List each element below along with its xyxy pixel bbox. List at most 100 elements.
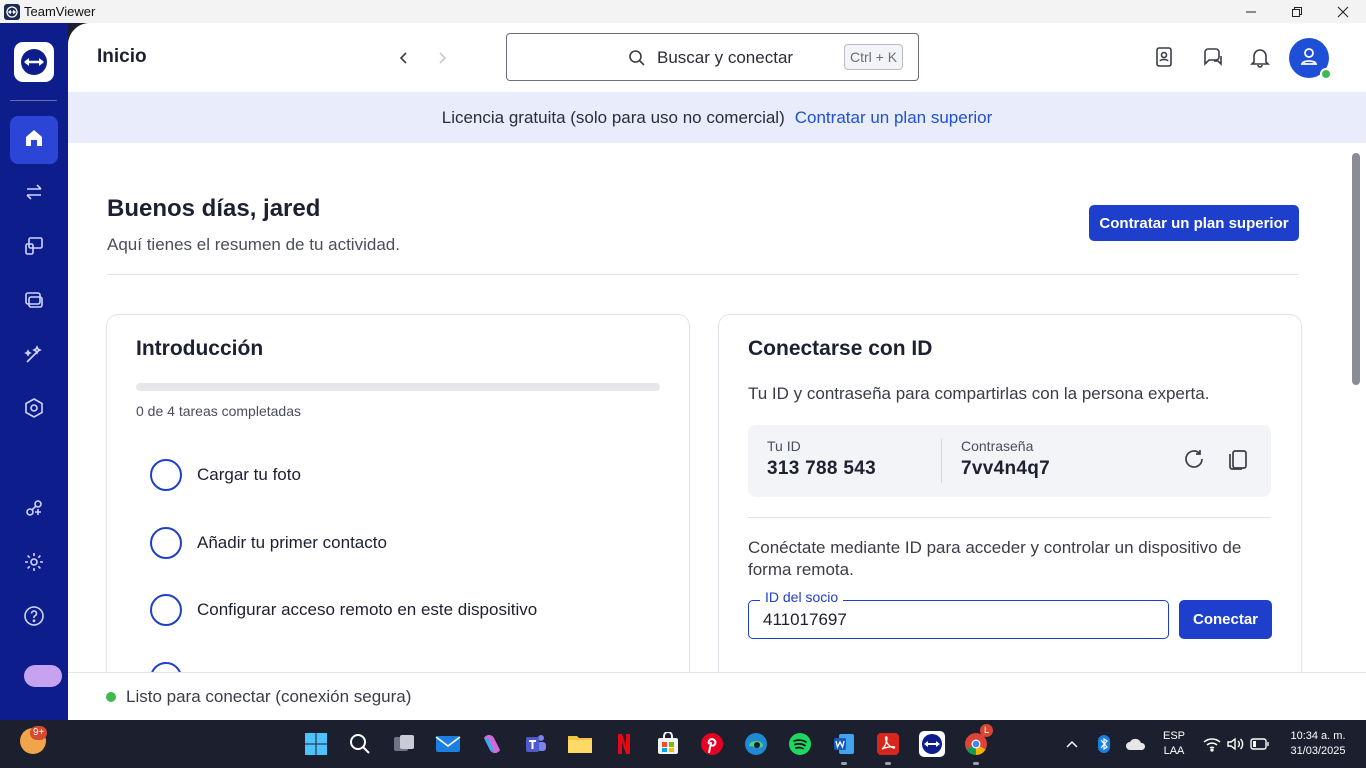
sidebar-item-help[interactable] [10, 594, 58, 642]
integrations-icon [23, 497, 45, 524]
search-icon[interactable] [346, 730, 374, 758]
search-icon [628, 49, 646, 72]
sidebar-item-connections[interactable] [10, 170, 58, 218]
task-checkbox[interactable] [150, 662, 182, 672]
avatar[interactable] [1289, 38, 1332, 80]
back-arrow-icon[interactable] [393, 47, 415, 69]
refresh-icon[interactable] [1180, 445, 1208, 473]
copy-icon[interactable] [1224, 445, 1252, 473]
sidebar-item-home[interactable] [10, 116, 58, 164]
bluetooth-icon[interactable] [1090, 730, 1118, 758]
your-id-label: Tu ID [767, 438, 801, 454]
scrollbar[interactable] [1346, 143, 1366, 672]
weather-widget-icon[interactable]: 9+ [20, 726, 48, 754]
store-icon[interactable] [654, 730, 682, 758]
restore-button[interactable] [1274, 0, 1320, 23]
taskbar: 9+ L ESP LAA 10:34 a. m. 31/03/2025 [0, 720, 1366, 768]
task-item[interactable]: Configurar acceso remoto en este disposi… [150, 593, 537, 627]
task-checkbox[interactable] [150, 459, 182, 491]
connect-divider [748, 517, 1271, 518]
scrollbar-thumb[interactable] [1352, 153, 1360, 385]
teamviewer-logo-icon [4, 3, 20, 20]
partner-id-label: ID del socio [760, 589, 844, 605]
teams-icon[interactable] [522, 730, 550, 758]
task-view-icon[interactable] [390, 730, 418, 758]
upgrade-link[interactable]: Contratar un plan superior [795, 108, 993, 128]
sessions-icon [23, 289, 45, 316]
mail-icon[interactable] [434, 730, 462, 758]
main-panel: Inicio Buscar y conectar Ctrl + K Licenc… [68, 23, 1366, 720]
sidebar-item-settings[interactable] [10, 540, 58, 588]
search-input[interactable]: Buscar y conectar Ctrl + K [506, 33, 919, 81]
teamviewer-logo[interactable] [14, 42, 54, 82]
window-title: TeamViewer [24, 4, 96, 19]
file-explorer-icon[interactable] [566, 730, 594, 758]
close-button[interactable] [1320, 0, 1366, 23]
upgrade-plan-button[interactable]: Contratar un plan superior [1089, 205, 1299, 241]
bell-icon[interactable] [1248, 45, 1272, 69]
home-icon [23, 127, 45, 154]
clock-date: 31/03/2025 [1290, 745, 1346, 757]
teamviewer-taskbar-icon[interactable] [918, 730, 946, 758]
connect-with-id-card: Conectarse con ID Tu ID y contraseña par… [718, 314, 1302, 672]
online-status-dot [1320, 68, 1332, 80]
license-text: Licencia gratuita (solo para uso no come… [441, 107, 785, 127]
search-placeholder: Buscar y conectar [657, 48, 794, 67]
sidebar-item-sessions[interactable] [10, 278, 58, 326]
windows-start-icon[interactable] [302, 730, 330, 758]
chrome-icon[interactable]: L [962, 724, 993, 765]
forward-arrow-icon[interactable] [431, 47, 453, 69]
sidebar-item-devices[interactable] [10, 224, 58, 272]
onedrive-cloud-icon[interactable] [1122, 730, 1150, 758]
contacts-book-icon[interactable] [1152, 45, 1176, 69]
netflix-icon[interactable] [610, 730, 638, 758]
sidebar-item-security[interactable] [10, 386, 58, 434]
chrome-profile-badge: L [980, 724, 993, 737]
getting-started-title: Introducción [136, 337, 264, 360]
connect-button[interactable]: Conectar [1179, 600, 1272, 639]
acrobat-icon[interactable] [874, 730, 902, 765]
language-indicator[interactable]: ESP LAA [1160, 729, 1188, 759]
password-label: Contraseña [961, 438, 1034, 454]
chevron-up-icon[interactable] [1058, 730, 1086, 758]
devices-icon [23, 235, 45, 262]
credentials-box: Tu ID 313 788 543 Contraseña 7vv4n4q7 [748, 425, 1271, 497]
gear-icon [23, 551, 45, 578]
copilot-icon[interactable] [478, 730, 506, 758]
magic-wand-icon [23, 343, 45, 370]
search-shortcut: Ctrl + K [844, 44, 904, 70]
window-titlebar: TeamViewer [0, 0, 1366, 23]
spotify-icon[interactable] [786, 730, 814, 758]
task-checkbox[interactable] [150, 594, 182, 626]
clock[interactable]: 10:34 a. m. 31/03/2025 [1280, 729, 1356, 759]
edge-icon[interactable] [742, 730, 770, 758]
user-icon [1298, 45, 1320, 72]
chat-icon[interactable] [1200, 45, 1224, 69]
license-banner: Licencia gratuita (solo para uso no come… [68, 92, 1366, 143]
pinterest-icon[interactable] [698, 730, 726, 758]
divider [107, 274, 1299, 275]
help-icon [23, 605, 45, 632]
minimize-button[interactable] [1228, 0, 1274, 23]
task-item[interactable]: Añadir tu primer contacto [150, 526, 387, 560]
battery-icon[interactable] [1246, 730, 1274, 758]
password-value: 7vv4n4q7 [961, 458, 1051, 479]
greeting-subtitle: Aquí tienes el resumen de tu actividad. [107, 235, 400, 254]
task-item[interactable] [150, 661, 182, 672]
task-label: Añadir tu primer contacto [197, 533, 387, 552]
task-checkbox[interactable] [150, 527, 182, 559]
task-item[interactable]: Cargar tu foto [150, 458, 301, 492]
sidebar-item-tools[interactable] [10, 332, 58, 380]
keyboard-layout: LAA [1163, 745, 1185, 757]
your-id-value: 313 788 543 [767, 458, 876, 479]
feature-pill-icon[interactable] [24, 665, 62, 687]
task-label: Configurar acceso remoto en este disposi… [197, 600, 538, 619]
partner-id-value[interactable]: 411017697 [763, 610, 847, 630]
remote-description: Conéctate mediante ID para acceder y con… [748, 538, 1242, 579]
status-text: Listo para conectar (conexión segura) [126, 686, 412, 706]
sidebar-item-integrations[interactable] [10, 486, 58, 534]
partner-id-field[interactable]: ID del socio 411017697 [748, 589, 1169, 639]
word-icon[interactable] [830, 730, 858, 765]
transfer-arrows-icon [23, 181, 45, 208]
connect-description: Tu ID y contraseña para compartirlas con… [748, 384, 1210, 403]
